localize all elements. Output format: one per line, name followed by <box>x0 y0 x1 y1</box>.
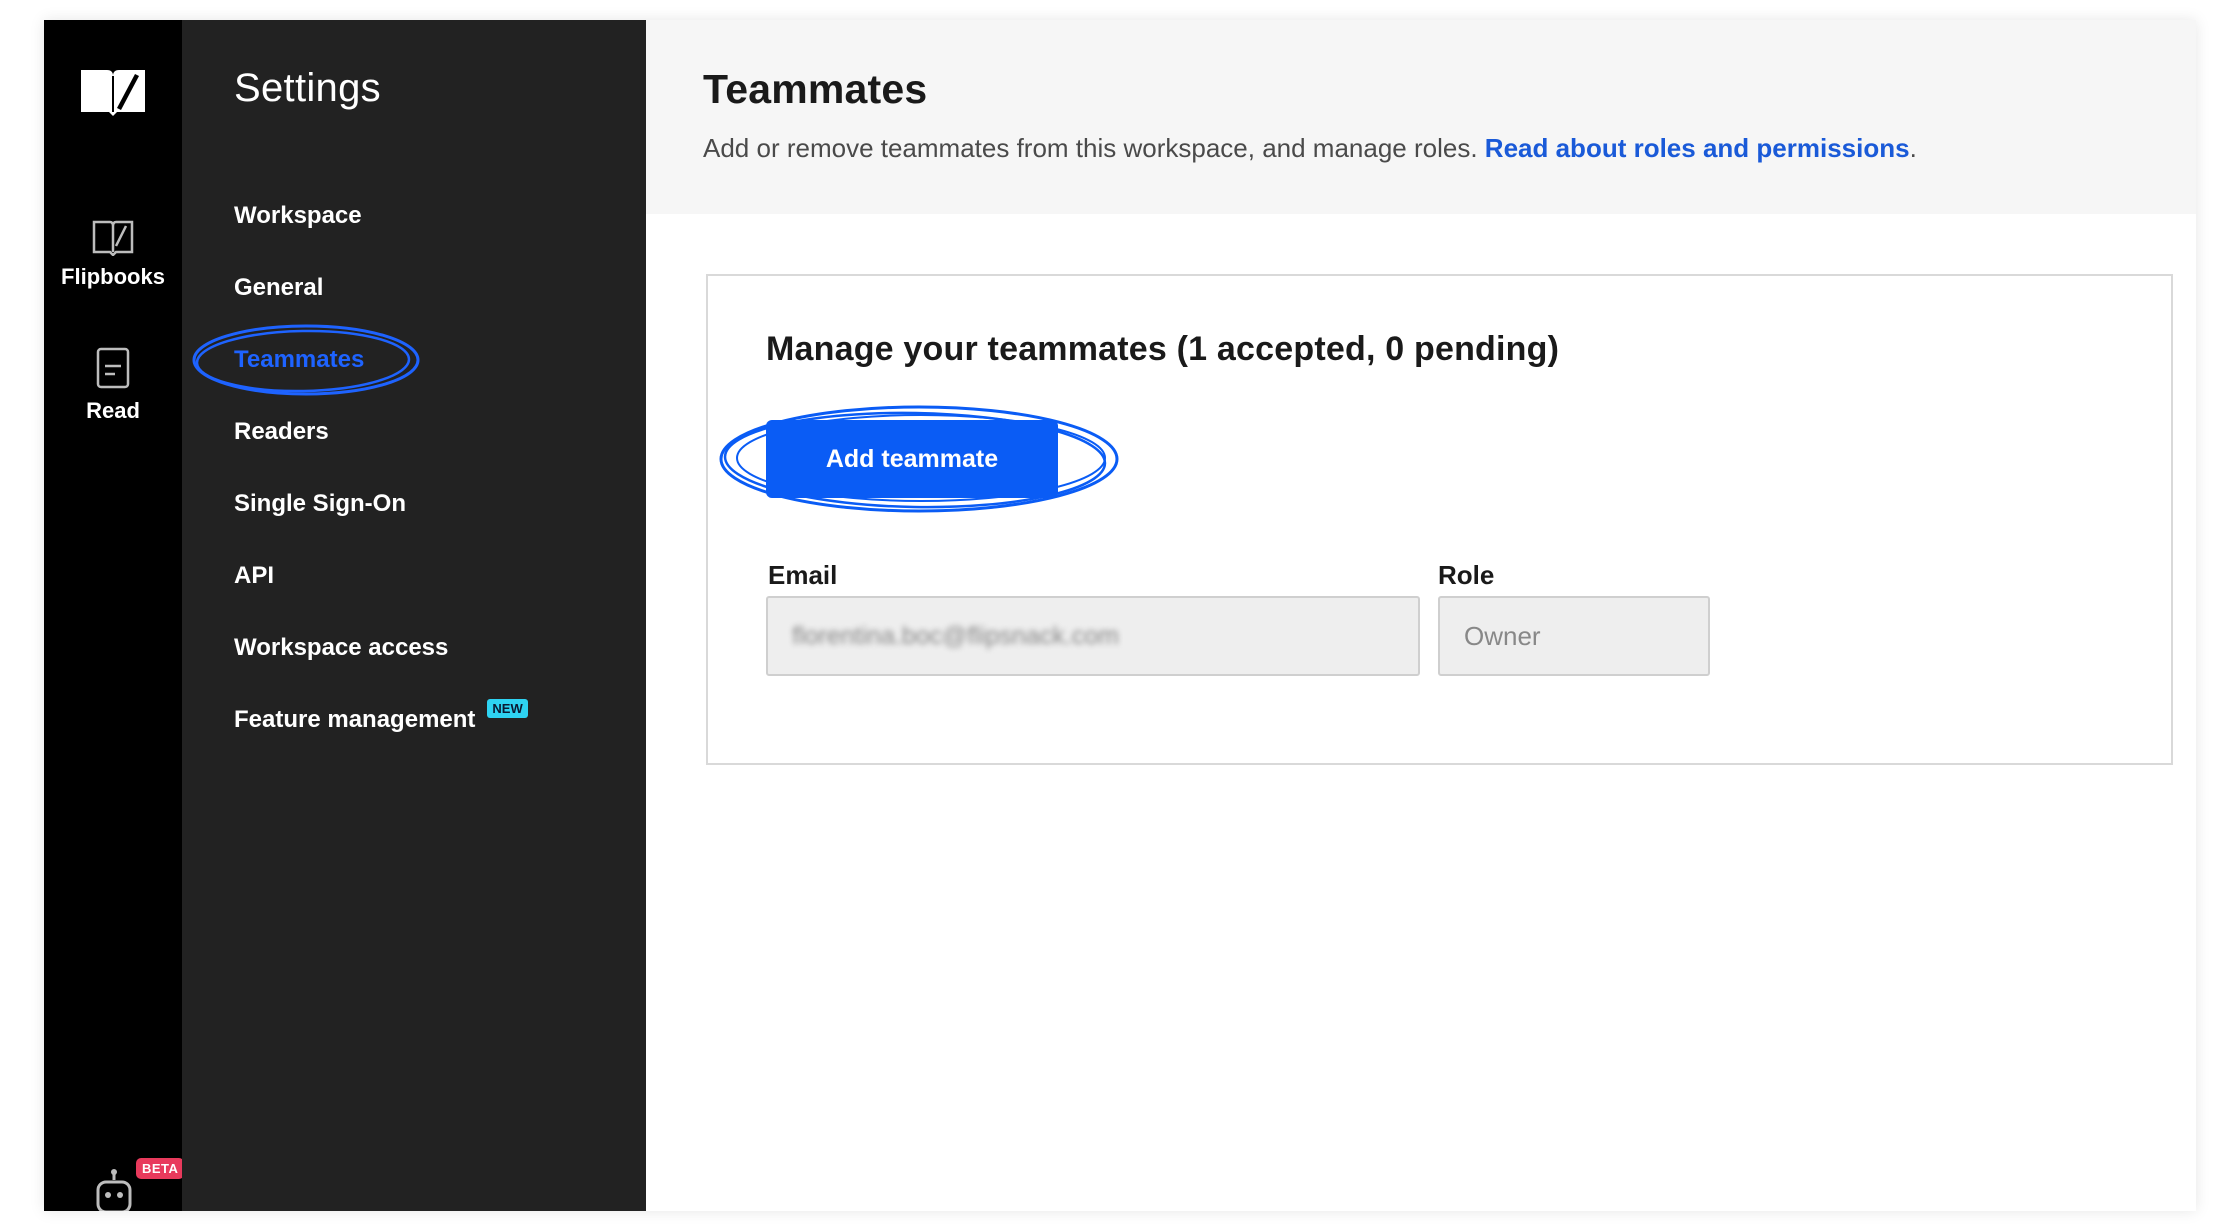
sidebar-item-workspace-access[interactable]: Workspace access <box>234 612 528 684</box>
sidebar-item-label: General <box>234 274 324 301</box>
sidebar-item-label: API <box>234 562 275 589</box>
sidebar-item-general[interactable]: General <box>234 252 528 324</box>
beta-badge: BETA <box>136 1158 185 1179</box>
role-label: Role <box>1438 560 1495 590</box>
page-title: Teammates <box>703 66 928 112</box>
sidebar-item-readers[interactable]: Readers <box>234 396 528 468</box>
sidebar-item-label: Readers <box>234 418 329 445</box>
sidebar-item-teammates[interactable]: Teammates <box>192 324 528 396</box>
email-field[interactable]: florentina.boc@flipsnack.com <box>766 596 1420 676</box>
read-icon <box>96 347 130 389</box>
main-content: Teammates Add or remove teammates from t… <box>646 20 2196 1211</box>
add-teammate-button[interactable]: Add teammate <box>766 420 1058 498</box>
sidebar-item-feature-management[interactable]: Feature management NEW <box>234 684 528 756</box>
rail-item-flipbooks[interactable]: Flipbooks <box>44 216 182 290</box>
description-text: Add or remove teammates from this worksp… <box>703 133 1485 163</box>
sidebar-item-label: Single Sign-On <box>234 490 406 517</box>
email-value: florentina.boc@flipsnack.com <box>792 621 1119 650</box>
sidebar-item-label: Feature management <box>234 706 476 733</box>
role-value: Owner <box>1464 620 1541 651</box>
sidebar-item-label: Workspace <box>234 202 362 229</box>
description-period: . <box>1909 133 1917 163</box>
sidebar-item-single-sign-on[interactable]: Single Sign-On <box>234 468 528 540</box>
settings-menu: Workspace General Teammates Readers Sing… <box>192 180 528 756</box>
flipbook-icon <box>92 220 134 256</box>
rail-item-label: Read <box>86 398 140 423</box>
sidebar-title: Settings <box>234 66 381 110</box>
page-description: Add or remove teammates from this worksp… <box>703 133 2196 164</box>
settings-sidebar: Settings Workspace General Teammates Rea… <box>182 20 646 1211</box>
email-label: Email <box>768 560 838 590</box>
sidebar-item-label: Teammates <box>234 346 365 373</box>
teammates-card: Manage your teammates (1 accepted, 0 pen… <box>706 274 2173 765</box>
new-badge: NEW <box>487 698 528 718</box>
rail-item-read[interactable]: Read <box>44 346 182 424</box>
rail-item-label: Flipbooks <box>61 264 165 289</box>
ai-assistant-icon[interactable] <box>90 1168 138 1211</box>
app-logo-icon[interactable] <box>77 62 149 118</box>
card-heading: Manage your teammates (1 accepted, 0 pen… <box>766 330 1560 368</box>
role-field[interactable]: Owner <box>1438 596 1710 676</box>
sidebar-item-label: Workspace access <box>234 634 449 661</box>
icon-rail: Flipbooks Read BETA <box>44 20 185 1211</box>
page-header: Teammates Add or remove teammates from t… <box>646 20 2196 214</box>
sidebar-item-api[interactable]: API <box>234 540 528 612</box>
sidebar-item-workspace[interactable]: Workspace <box>234 180 528 252</box>
roles-permissions-link[interactable]: Read about roles and permissions <box>1485 133 1910 163</box>
app-window: Flipbooks Read BETA Settings Workspace G… <box>44 20 2196 1211</box>
